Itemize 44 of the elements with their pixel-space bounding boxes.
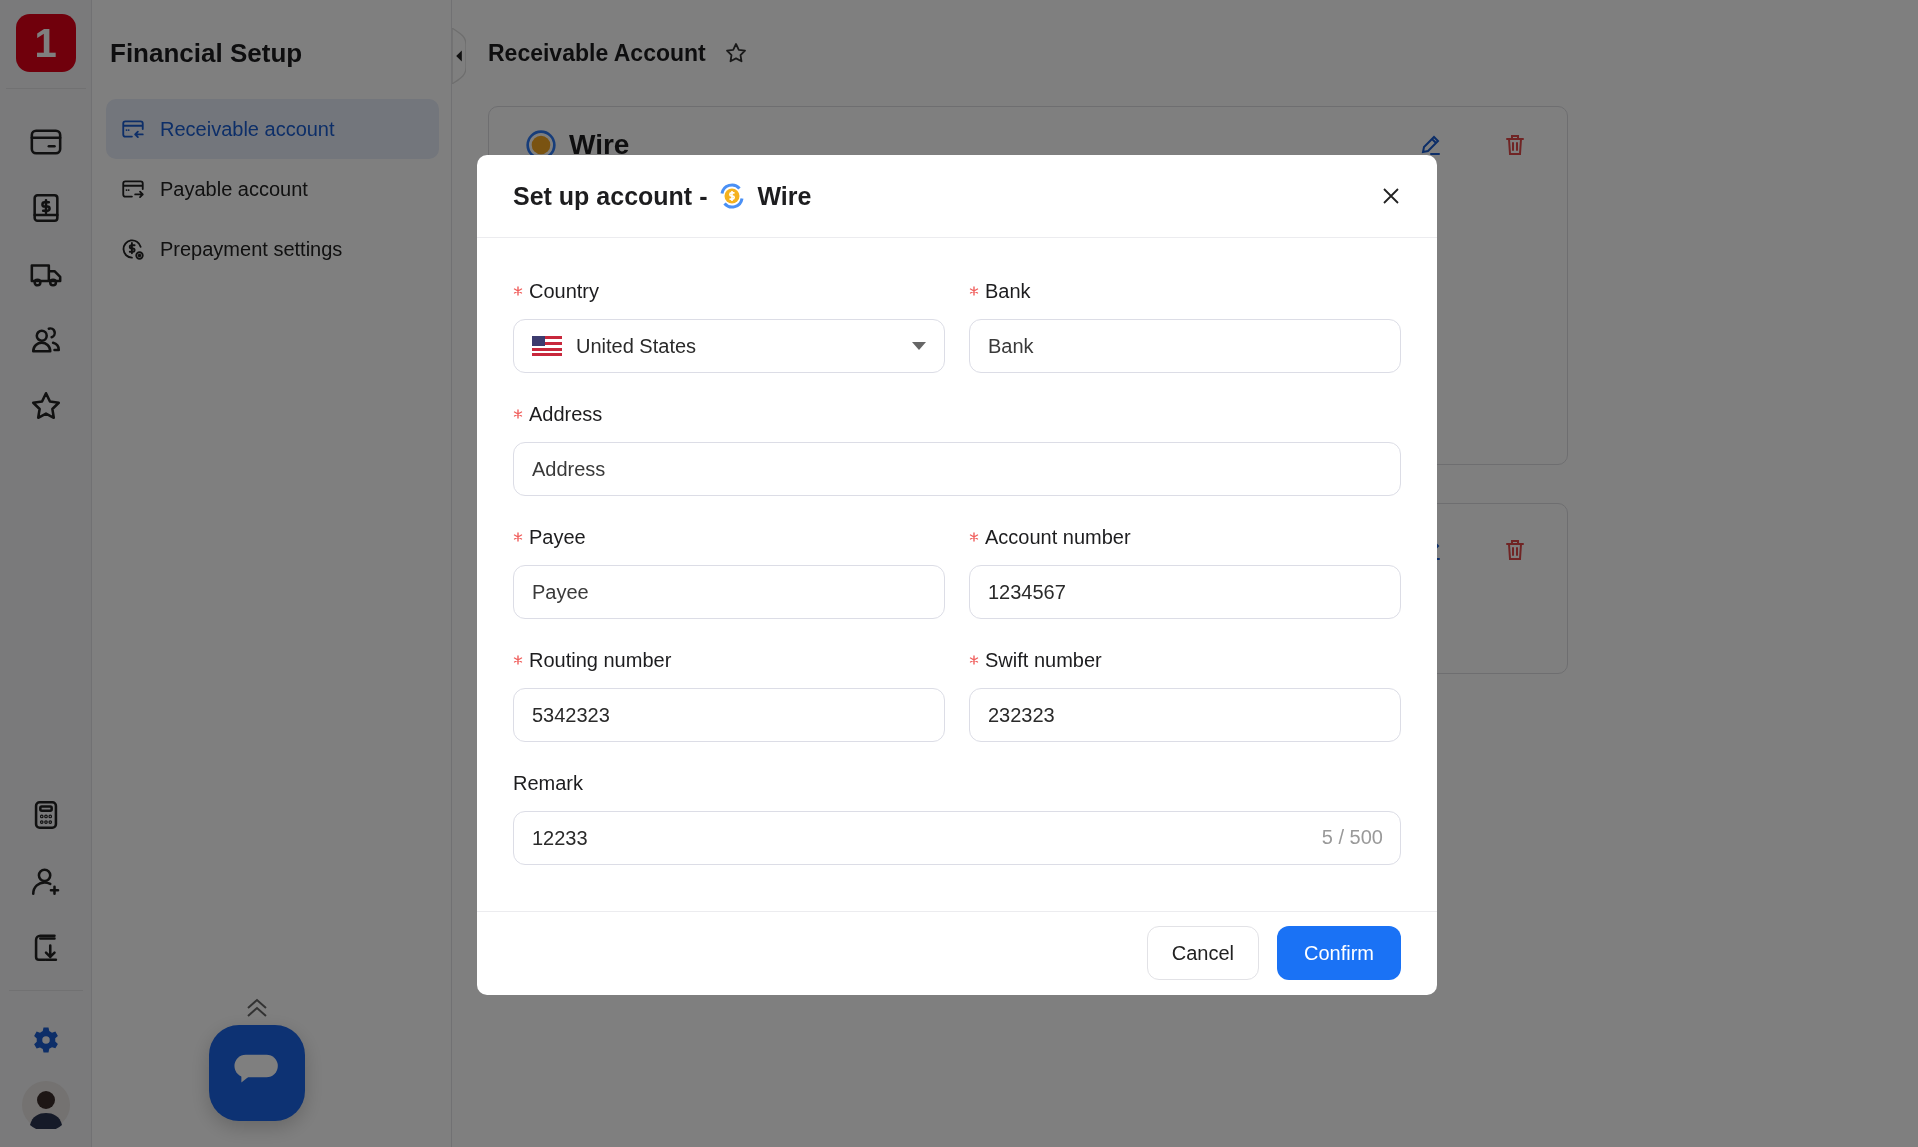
collapse-icon[interactable] bbox=[452, 28, 466, 84]
input-field[interactable]: 232323 bbox=[969, 688, 1401, 742]
country-select[interactable]: United States bbox=[513, 319, 945, 373]
field-label: Swift number bbox=[985, 648, 1102, 672]
payment-method: Wire bbox=[757, 181, 812, 211]
sidebar-title: Financial Setup bbox=[109, 38, 304, 69]
required-asterisk-icon bbox=[513, 532, 523, 542]
chat-button[interactable] bbox=[209, 1025, 305, 1121]
input-field[interactable]: 1234567 bbox=[969, 565, 1401, 619]
field-label: Bank bbox=[985, 279, 1031, 303]
required-asterisk-icon bbox=[513, 655, 523, 665]
field-label: Country bbox=[529, 279, 600, 303]
card-title: Wire bbox=[569, 129, 630, 161]
input-field[interactable]: Bank bbox=[969, 319, 1401, 373]
page-title: Receivable Account bbox=[488, 39, 706, 67]
us-flag-icon bbox=[532, 336, 562, 356]
confirm-button[interactable]: Confirm bbox=[1277, 926, 1401, 980]
dialog-title: Set up account - bbox=[513, 181, 708, 211]
field-label: Remark bbox=[513, 771, 583, 795]
required-asterisk-icon bbox=[513, 409, 523, 419]
required-asterisk-icon bbox=[513, 286, 523, 296]
field-label: Address bbox=[529, 402, 603, 426]
required-asterisk-icon bbox=[969, 655, 979, 665]
field-label: Routing number bbox=[529, 648, 672, 672]
input-field[interactable]: Address bbox=[513, 442, 1401, 496]
cancel-button[interactable]: Cancel bbox=[1146, 926, 1259, 980]
delete-icon[interactable] bbox=[1503, 538, 1527, 562]
field-label: Payee bbox=[529, 525, 586, 549]
delete-icon[interactable] bbox=[1503, 133, 1527, 157]
required-asterisk-icon bbox=[969, 286, 979, 296]
input-field[interactable]: Payee bbox=[513, 565, 945, 619]
required-asterisk-icon bbox=[969, 532, 979, 542]
sidebar-item[interactable]: Payable account bbox=[106, 159, 439, 219]
edit-icon[interactable] bbox=[1419, 133, 1443, 157]
dropdown-caret-icon bbox=[912, 342, 926, 350]
favorite-icon[interactable] bbox=[723, 41, 748, 65]
input-field[interactable]: 5342323 bbox=[513, 688, 945, 742]
field-label: Account number bbox=[985, 525, 1131, 549]
scroll-up-icon[interactable] bbox=[245, 998, 269, 1018]
character-counter: 5 / 500 bbox=[1321, 826, 1383, 849]
sidebar-item[interactable]: Prepayment settings bbox=[106, 219, 439, 279]
close-icon[interactable] bbox=[1381, 186, 1401, 206]
avatar[interactable] bbox=[21, 1081, 70, 1129]
dollar-coin-icon bbox=[120, 236, 146, 262]
